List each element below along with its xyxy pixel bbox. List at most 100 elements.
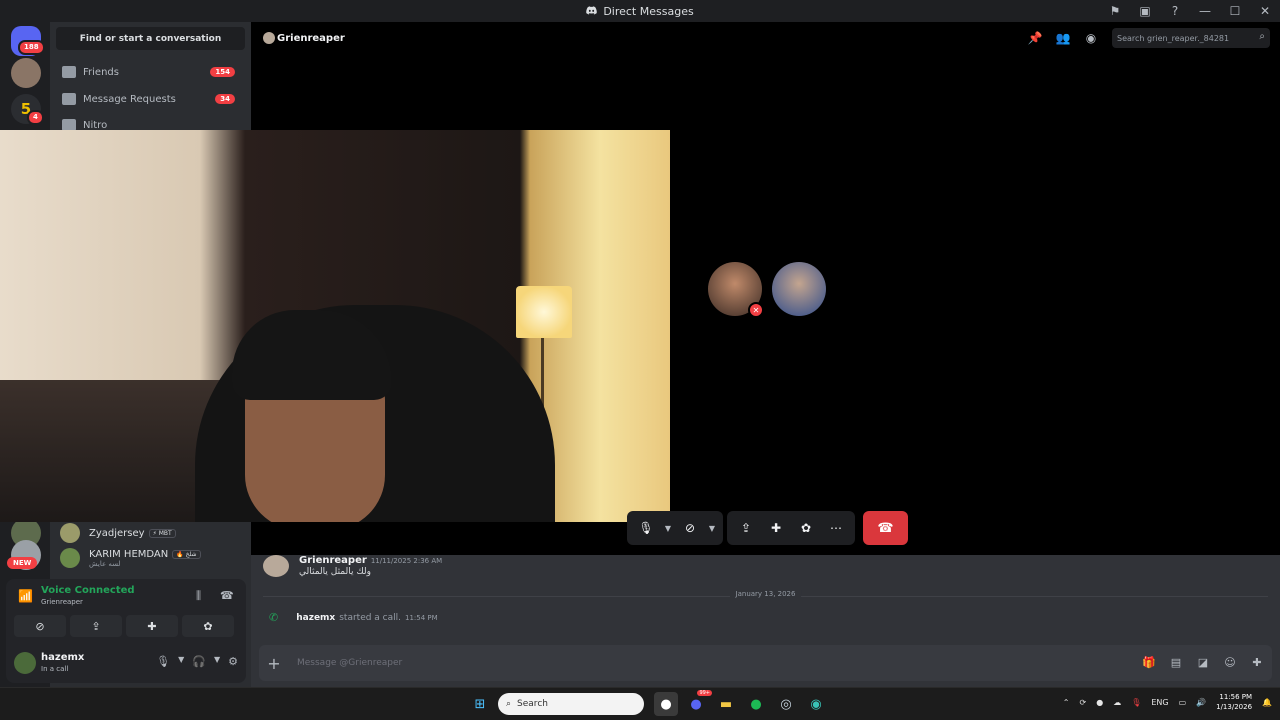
chrome-icon[interactable]: ● [654, 692, 678, 716]
system-message-user[interactable]: hazemx [296, 613, 335, 623]
dm-header: Grienreaper 📌 👥 ◉ Search grien_reaper._8… [251, 22, 1280, 54]
steam-icon[interactable]: ◎ [774, 692, 798, 716]
apps-icon[interactable]: ✚ [1250, 655, 1264, 669]
voice-user-info: KARIM HEMDAN 🔥 شلخ لسه عايش [89, 549, 201, 568]
attach-plus-icon[interactable]: + [259, 654, 289, 673]
requests-count-badge: 34 [215, 94, 235, 104]
message-composer[interactable]: + Message @Grienreaper 🎁 ▤ ◪ ☺ ✚ [259, 645, 1272, 681]
noise-suppression-icon[interactable]: ⫼ [196, 589, 201, 603]
close-button[interactable]: ✕ [1250, 0, 1280, 22]
header-avatar [263, 32, 275, 44]
voice-user-name-row: KARIM HEMDAN 🔥 شلخ [89, 549, 201, 560]
soundboard-button[interactable]: ✿ [182, 615, 234, 637]
taskbar-search[interactable]: ⌕ Search [498, 693, 644, 715]
message-text: ولك يالمثل يالمثالي [299, 567, 372, 577]
taskbar-search-label: Search [517, 699, 548, 709]
voice-user-2[interactable]: KARIM HEMDAN 🔥 شلخ لسه عايش [60, 548, 201, 568]
chevron-down-icon[interactable]: ▼ [661, 524, 675, 533]
sticker-icon[interactable]: ◪ [1196, 655, 1210, 669]
screen-share-button[interactable]: ⇪ [731, 513, 761, 543]
spotify-icon[interactable]: ● [744, 692, 768, 716]
chevron-down-icon[interactable]: ▼ [705, 524, 719, 533]
notification-icon[interactable]: 🔔 [1262, 698, 1272, 707]
message-avatar[interactable] [263, 555, 289, 577]
find-conversation-button[interactable]: Find or start a conversation [56, 27, 245, 50]
server-avatar[interactable] [11, 58, 41, 88]
title-bar: Direct Messages ⚑ ▣ ? — ☐ ✕ [0, 0, 1280, 22]
volume-icon[interactable]: 🔊 [1196, 698, 1206, 707]
chevron-down-icon[interactable]: ▼ [178, 655, 184, 668]
browser-globe-icon[interactable]: ◉ [804, 692, 828, 716]
minimize-button[interactable]: — [1190, 0, 1220, 22]
header-username[interactable]: Grienreaper [277, 33, 345, 44]
activities-button[interactable]: ✚ [126, 615, 178, 637]
screen-share-icon[interactable]: ▣ [1130, 0, 1160, 22]
search-icon: ⌕ [1259, 31, 1265, 42]
system-message-time: 11:54 PM [405, 613, 438, 622]
current-username[interactable]: hazemx [41, 652, 84, 663]
add-friend-icon[interactable]: 👥 [1056, 31, 1071, 45]
screen-share-button[interactable]: ⇪ [70, 615, 122, 637]
avatar[interactable] [14, 652, 36, 674]
gif-icon[interactable]: ▤ [1169, 655, 1183, 669]
sidebar-item-label: Message Requests [83, 93, 176, 105]
maximize-button[interactable]: ☐ [1220, 0, 1250, 22]
sync-icon[interactable]: ⟳ [1080, 698, 1087, 707]
activities-icon[interactable]: ✚ [761, 513, 791, 543]
language-indicator[interactable]: ENG [1151, 698, 1168, 707]
disconnect-icon[interactable]: ☎ [220, 589, 234, 602]
mic-icon[interactable]: 🎙 [631, 513, 661, 543]
user-status: In a call [41, 665, 69, 673]
discord-logo-icon [586, 5, 598, 18]
voice-connected-title[interactable]: Voice Connected [41, 585, 135, 596]
search-input[interactable]: Search grien_reaper._84281 ⌕ [1112, 28, 1270, 48]
user-profile-icon[interactable]: ◉ [1084, 31, 1098, 45]
camera-off-button[interactable]: ⊘ [14, 615, 66, 637]
soundboard-icon[interactable]: ✿ [791, 513, 821, 543]
chat-area: Grienreaper 11/11/2025 2:36 AM ولك يالمثل… [251, 555, 1280, 687]
mic-controls: 🎙 ▼ ⊘ ▼ [627, 511, 723, 545]
windows-start-icon[interactable]: ⊞ [468, 692, 492, 716]
guild-tag: 🔥 شلخ [172, 549, 201, 559]
chevron-up-icon[interactable]: ⌃ [1063, 698, 1070, 707]
muted-icon: ✕ [748, 302, 764, 318]
new-badge: NEW [7, 557, 38, 569]
pin-icon[interactable]: 📌 [1028, 31, 1043, 45]
voice-user-name: KARIM HEMDAN [89, 548, 169, 560]
display-icon[interactable]: ▭ [1179, 698, 1187, 707]
system-message-text: started a call. [339, 612, 402, 623]
discord-unread-badge: 99+ [697, 690, 712, 696]
more-options-icon[interactable]: ⋯ [821, 513, 851, 543]
inbox-flag-icon[interactable]: ⚑ [1100, 0, 1130, 22]
microphone-icon[interactable]: 🎙 [1131, 698, 1141, 707]
sidebar-item-label: Friends [83, 66, 119, 78]
hang-up-button[interactable]: ☎ [863, 511, 908, 545]
discord-taskbar-icon[interactable]: ● 99+ [684, 690, 712, 716]
friends-icon [62, 66, 76, 78]
help-icon[interactable]: ? [1160, 0, 1190, 22]
gear-icon[interactable]: ⚙ [228, 655, 238, 668]
mic-icon[interactable]: 🎙 [156, 655, 170, 668]
file-explorer-icon[interactable]: ▬ [714, 692, 738, 716]
call-actions: ⇪ ✚ ✿ ⋯ [727, 511, 855, 545]
voice-channel-name[interactable]: Grienreaper [41, 598, 83, 606]
system-clock[interactable]: 11:56 PM 1/13/2026 [1216, 692, 1252, 712]
headphones-icon[interactable]: 🎧 [192, 655, 206, 668]
sidebar-item-friends[interactable]: Friends 154 [56, 61, 245, 83]
message-author[interactable]: Grienreaper 11/11/2025 2:36 AM [299, 555, 442, 566]
clock-date: 1/13/2026 [1216, 703, 1253, 711]
sidebar-item-message-requests[interactable]: Message Requests 34 [56, 88, 245, 110]
sidebar-item-label: Nitro [83, 119, 108, 131]
chevron-down-icon[interactable]: ▼ [214, 655, 220, 668]
video-stream[interactable]: ~ [0, 130, 670, 522]
onedrive-icon[interactable]: ☁ [1113, 698, 1121, 707]
voice-user-1[interactable]: Zyadjersey ⚡ MBT [60, 523, 176, 543]
tray-app-icon[interactable]: ● [1096, 698, 1103, 707]
participant-avatar-2[interactable] [772, 262, 826, 316]
gift-icon[interactable]: 🎁 [1142, 655, 1156, 669]
home-notification-badge: 188 [18, 40, 45, 55]
emoji-icon[interactable]: ☺ [1223, 655, 1237, 669]
participant-avatar-1[interactable]: ✕ [708, 262, 764, 318]
camera-off-icon[interactable]: ⊘ [675, 513, 705, 543]
guild-tag: ⚡ MBT [148, 528, 176, 538]
